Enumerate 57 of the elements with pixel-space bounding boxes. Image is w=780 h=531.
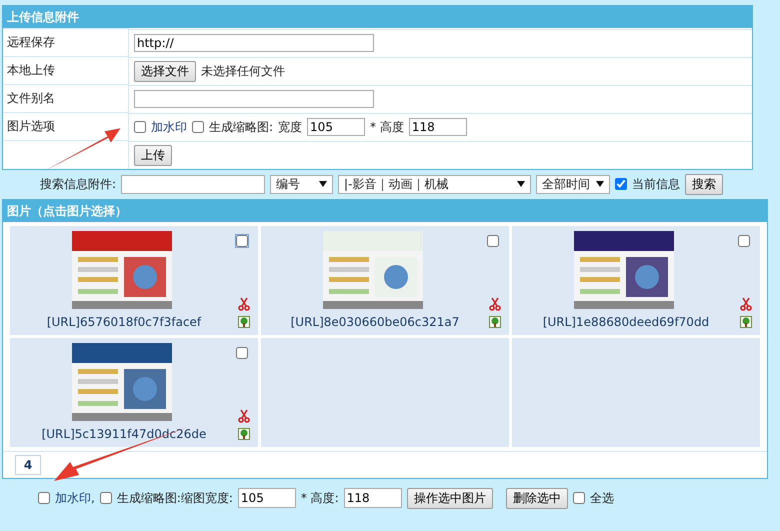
- image-caption[interactable]: [URL]1e88680deed69f70dd: [512, 314, 740, 328]
- width-label: 宽度: [278, 118, 302, 136]
- scissors-icon[interactable]: [238, 296, 250, 310]
- image-tile[interactable]: [URL]8e030660be06c321a7: [261, 226, 509, 334]
- field-label: 图片选项: [7, 119, 55, 133]
- search-label: 搜索信息附件:: [40, 176, 116, 192]
- height-field[interactable]: 118: [408, 118, 467, 136]
- field-label: 本地上传: [7, 63, 55, 77]
- width-field[interactable]: 105: [307, 118, 366, 136]
- image-tile[interactable]: [URL]6576018f0c7f3facef: [10, 226, 258, 334]
- scissors-icon[interactable]: [740, 296, 752, 310]
- action-button[interactable]: 删除选中: [506, 488, 568, 508]
- search-field[interactable]: [121, 174, 266, 194]
- checkbox[interactable]: [572, 492, 585, 504]
- checkbox[interactable]: [134, 121, 146, 133]
- checkbox[interactable]: [192, 121, 204, 133]
- watermark-label: 加水印: [151, 118, 187, 136]
- checkbox[interactable]: [236, 234, 248, 246]
- input-field[interactable]: [134, 90, 374, 108]
- checkbox-label: 当前信息: [632, 176, 680, 192]
- checkbox-label: 全选: [590, 490, 614, 506]
- watermark-label: 加水印,: [55, 490, 95, 506]
- field-label: 文件别名: [7, 91, 55, 105]
- search-button[interactable]: 搜索: [685, 174, 724, 194]
- thumbnail-label: 生成缩略图:缩图宽度:: [116, 490, 233, 506]
- tree-icon[interactable]: [238, 316, 250, 328]
- height-label: * 高度: [370, 118, 404, 136]
- checkbox[interactable]: [236, 346, 248, 358]
- height-label: * 高度:: [300, 490, 339, 506]
- scissors-icon[interactable]: [238, 408, 250, 422]
- image-tile[interactable]: [URL]1e88680deed69f70dd: [512, 226, 760, 334]
- tree-icon[interactable]: [238, 428, 250, 440]
- image-caption[interactable]: [URL]8e030660be06c321a7: [261, 314, 489, 328]
- page-number[interactable]: 4: [15, 454, 41, 474]
- action-button[interactable]: 操作选中图片: [406, 488, 493, 508]
- panel-title: 图片（点击图片选择）: [3, 200, 767, 222]
- panel-title: 上传信息附件: [3, 6, 752, 28]
- field-label: 远程保存: [7, 35, 55, 49]
- tree-icon[interactable]: [740, 316, 752, 328]
- choose-file-button[interactable]: 选择文件: [134, 60, 196, 82]
- checkbox[interactable]: [100, 492, 112, 504]
- checkbox[interactable]: [738, 234, 750, 246]
- dropdown[interactable]: 全部时间: [536, 174, 610, 194]
- input-field[interactable]: http://: [134, 34, 374, 52]
- dropdown[interactable]: |-影音｜动画｜机械: [338, 174, 532, 194]
- tree-icon[interactable]: [489, 316, 501, 328]
- file-status: 未选择任何文件: [201, 62, 285, 80]
- height-field[interactable]: 118: [344, 488, 402, 508]
- width-field[interactable]: 105: [238, 488, 296, 508]
- checkbox[interactable]: [615, 178, 628, 190]
- checkbox[interactable]: [487, 234, 499, 246]
- scissors-icon[interactable]: [489, 296, 501, 310]
- checkbox[interactable]: [38, 492, 50, 504]
- upload-button[interactable]: 上传: [134, 144, 172, 166]
- image-caption[interactable]: [URL]6576018f0c7f3facef: [10, 314, 238, 328]
- dropdown[interactable]: 编号: [270, 174, 334, 194]
- thumbnail-label: 生成缩略图:: [209, 118, 274, 136]
